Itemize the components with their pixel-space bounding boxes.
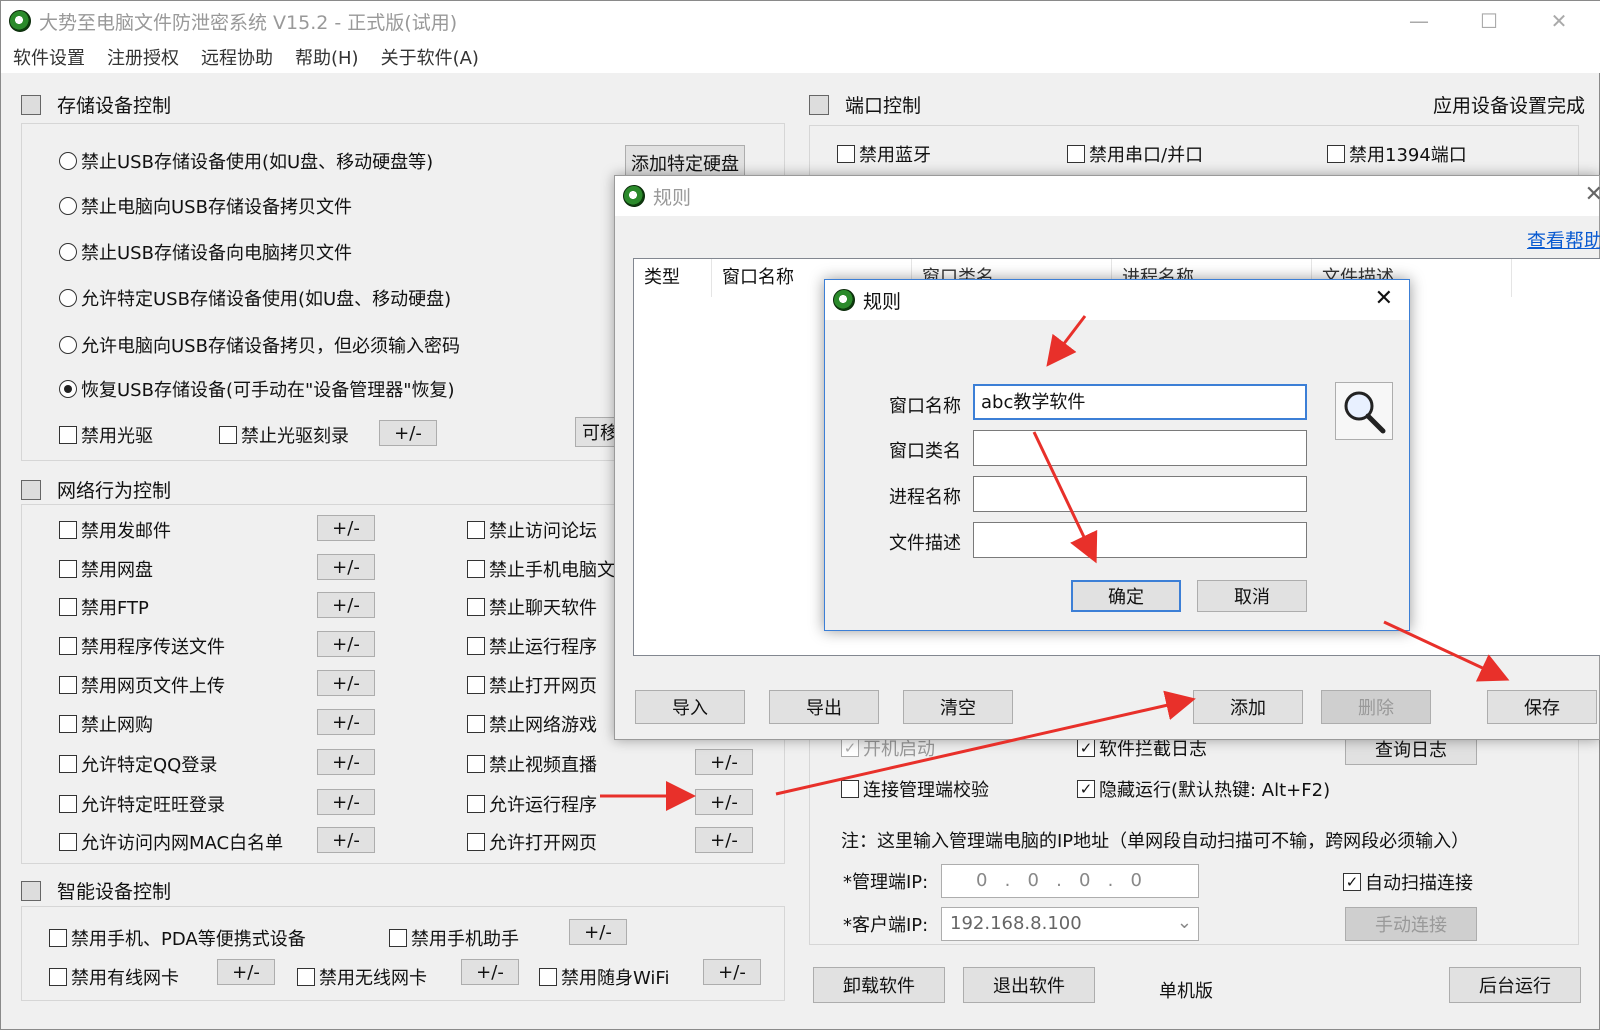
annotation-arrows — [600, 315, 1510, 811]
arrow-to-ok — [1032, 431, 1098, 564]
arrow-to-window-name — [1046, 315, 1087, 367]
arrow-to-save — [1383, 620, 1510, 682]
arrow-to-add — [775, 690, 1196, 796]
